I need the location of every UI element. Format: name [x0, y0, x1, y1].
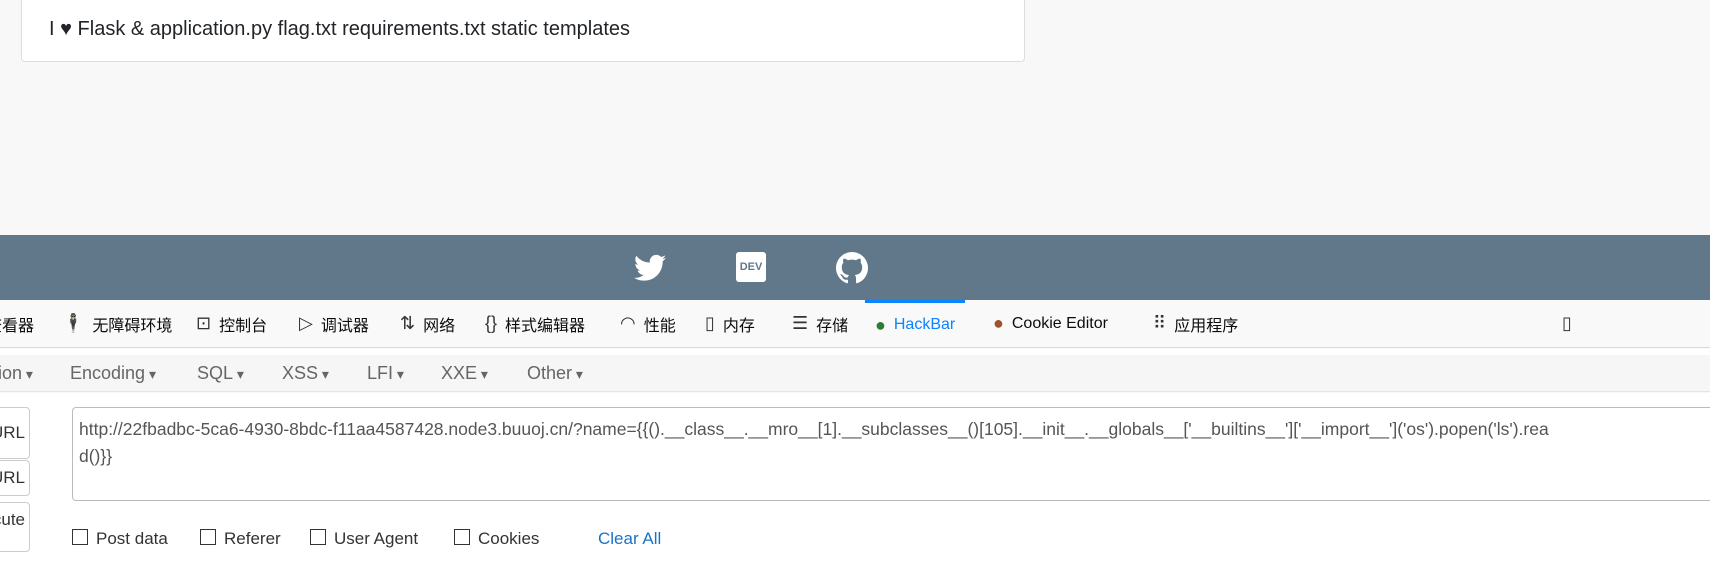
dev-label: DEV [739, 261, 763, 273]
option-label: Cookies [478, 529, 540, 548]
url-text: http://22fbadbc-5ca6-4930-8bdc-f11aa4587… [79, 419, 1549, 466]
network-icon: ⇅ [400, 313, 416, 333]
accessibility-icon: 🕴 [62, 313, 85, 333]
performance-icon: ◠ [620, 313, 636, 333]
tab-hackbar[interactable]: ● HackBar [865, 300, 966, 347]
menu-xss[interactable]: XSS [282, 363, 329, 384]
dock-icon[interactable]: ▯ [1562, 300, 1572, 347]
tab-accessibility[interactable]: 🕴 无障碍环境 [62, 300, 172, 347]
debugger-icon: ▷ [299, 313, 313, 333]
tab-inspector[interactable]: 查看器 [0, 300, 34, 347]
storage-icon: ☰ [792, 313, 809, 333]
cookies-checkbox[interactable]: Cookies [454, 529, 539, 549]
load-url-button[interactable]: l URL [0, 407, 30, 459]
site-footer: DEV [0, 235, 1710, 300]
tab-performance[interactable]: ◠ 性能 [620, 300, 676, 347]
tab-label: 调试器 [320, 317, 369, 335]
tab-cookie-editor[interactable]: ● Cookie Editor [993, 300, 1108, 347]
referer-checkbox[interactable]: Referer [200, 529, 281, 549]
menu-xxe[interactable]: XXE [441, 363, 488, 384]
tab-label: 内存 [722, 317, 755, 335]
menu-other[interactable]: Other [527, 363, 583, 384]
tab-label: 样式编辑器 [505, 317, 586, 335]
cookie-icon: ● [993, 313, 1004, 333]
tab-label: 网络 [423, 317, 456, 335]
execute-button[interactable]: cute [0, 502, 30, 552]
github-icon[interactable] [836, 252, 868, 284]
apps-grid-icon: ⠿ [1153, 313, 1167, 333]
tab-apps[interactable]: ⠿ 应用程序 [1153, 300, 1238, 347]
page-output-card: I ♥ Flask & application.py flag.txt requ… [21, 0, 1025, 62]
user-agent-checkbox[interactable]: User Agent [310, 529, 418, 549]
tab-label: 查看器 [0, 317, 35, 335]
split-url-button[interactable]: t URL [0, 460, 30, 496]
option-label: Referer [224, 529, 281, 548]
tab-console[interactable]: ⊡ 控制台 [196, 300, 267, 347]
tab-debugger[interactable]: ▷ 调试器 [299, 300, 369, 347]
twitter-icon[interactable] [634, 252, 666, 284]
memory-icon: ▯ [705, 313, 715, 333]
hackbar-body: l URL t URL cute http://22fbadbc-5ca6-49… [0, 393, 1710, 580]
tab-label: 应用程序 [1174, 317, 1239, 335]
clear-all-link[interactable]: Clear All [598, 529, 661, 549]
console-icon: ⊡ [196, 313, 212, 333]
option-label: User Agent [334, 529, 419, 548]
tab-label: 无障碍环境 [92, 317, 173, 335]
style-editor-icon: {} [485, 313, 498, 333]
tab-storage[interactable]: ☰ 存储 [792, 300, 848, 347]
tab-label: Cookie Editor [1011, 314, 1108, 332]
url-textarea[interactable]: http://22fbadbc-5ca6-4930-8bdc-f11aa4587… [72, 407, 1710, 501]
menu-lfi[interactable]: LFI [367, 363, 404, 384]
post-data-checkbox[interactable]: Post data [72, 529, 168, 549]
tab-label: 控制台 [219, 317, 268, 335]
hackbar-icon: ● [875, 314, 886, 335]
tab-label: HackBar [893, 316, 956, 333]
page-output-text: I ♥ Flask & application.py flag.txt requ… [49, 18, 631, 40]
menu-encryption[interactable]: ion [0, 363, 33, 384]
dev-icon[interactable]: DEV [736, 252, 766, 282]
tab-memory[interactable]: ▯ 内存 [705, 300, 755, 347]
tab-network[interactable]: ⇅ 网络 [400, 300, 455, 347]
option-label: Post data [96, 529, 168, 548]
devtools-toolbar: 查看器 🕴 无障碍环境 ⊡ 控制台 ▷ 调试器 ⇅ 网络 {} 样式编辑器 ◠ 性能 ▯ 内存… [0, 300, 1710, 348]
tab-style-editor[interactable]: {} 样式编辑器 [485, 300, 585, 347]
tab-label: 存储 [816, 317, 849, 335]
menu-sql[interactable]: SQL [197, 363, 244, 384]
hackbar-menu: ion Encoding SQL XSS LFI XXE Other [0, 349, 1710, 392]
menu-encoding[interactable]: Encoding [70, 363, 156, 384]
tab-label: 性能 [643, 317, 676, 335]
